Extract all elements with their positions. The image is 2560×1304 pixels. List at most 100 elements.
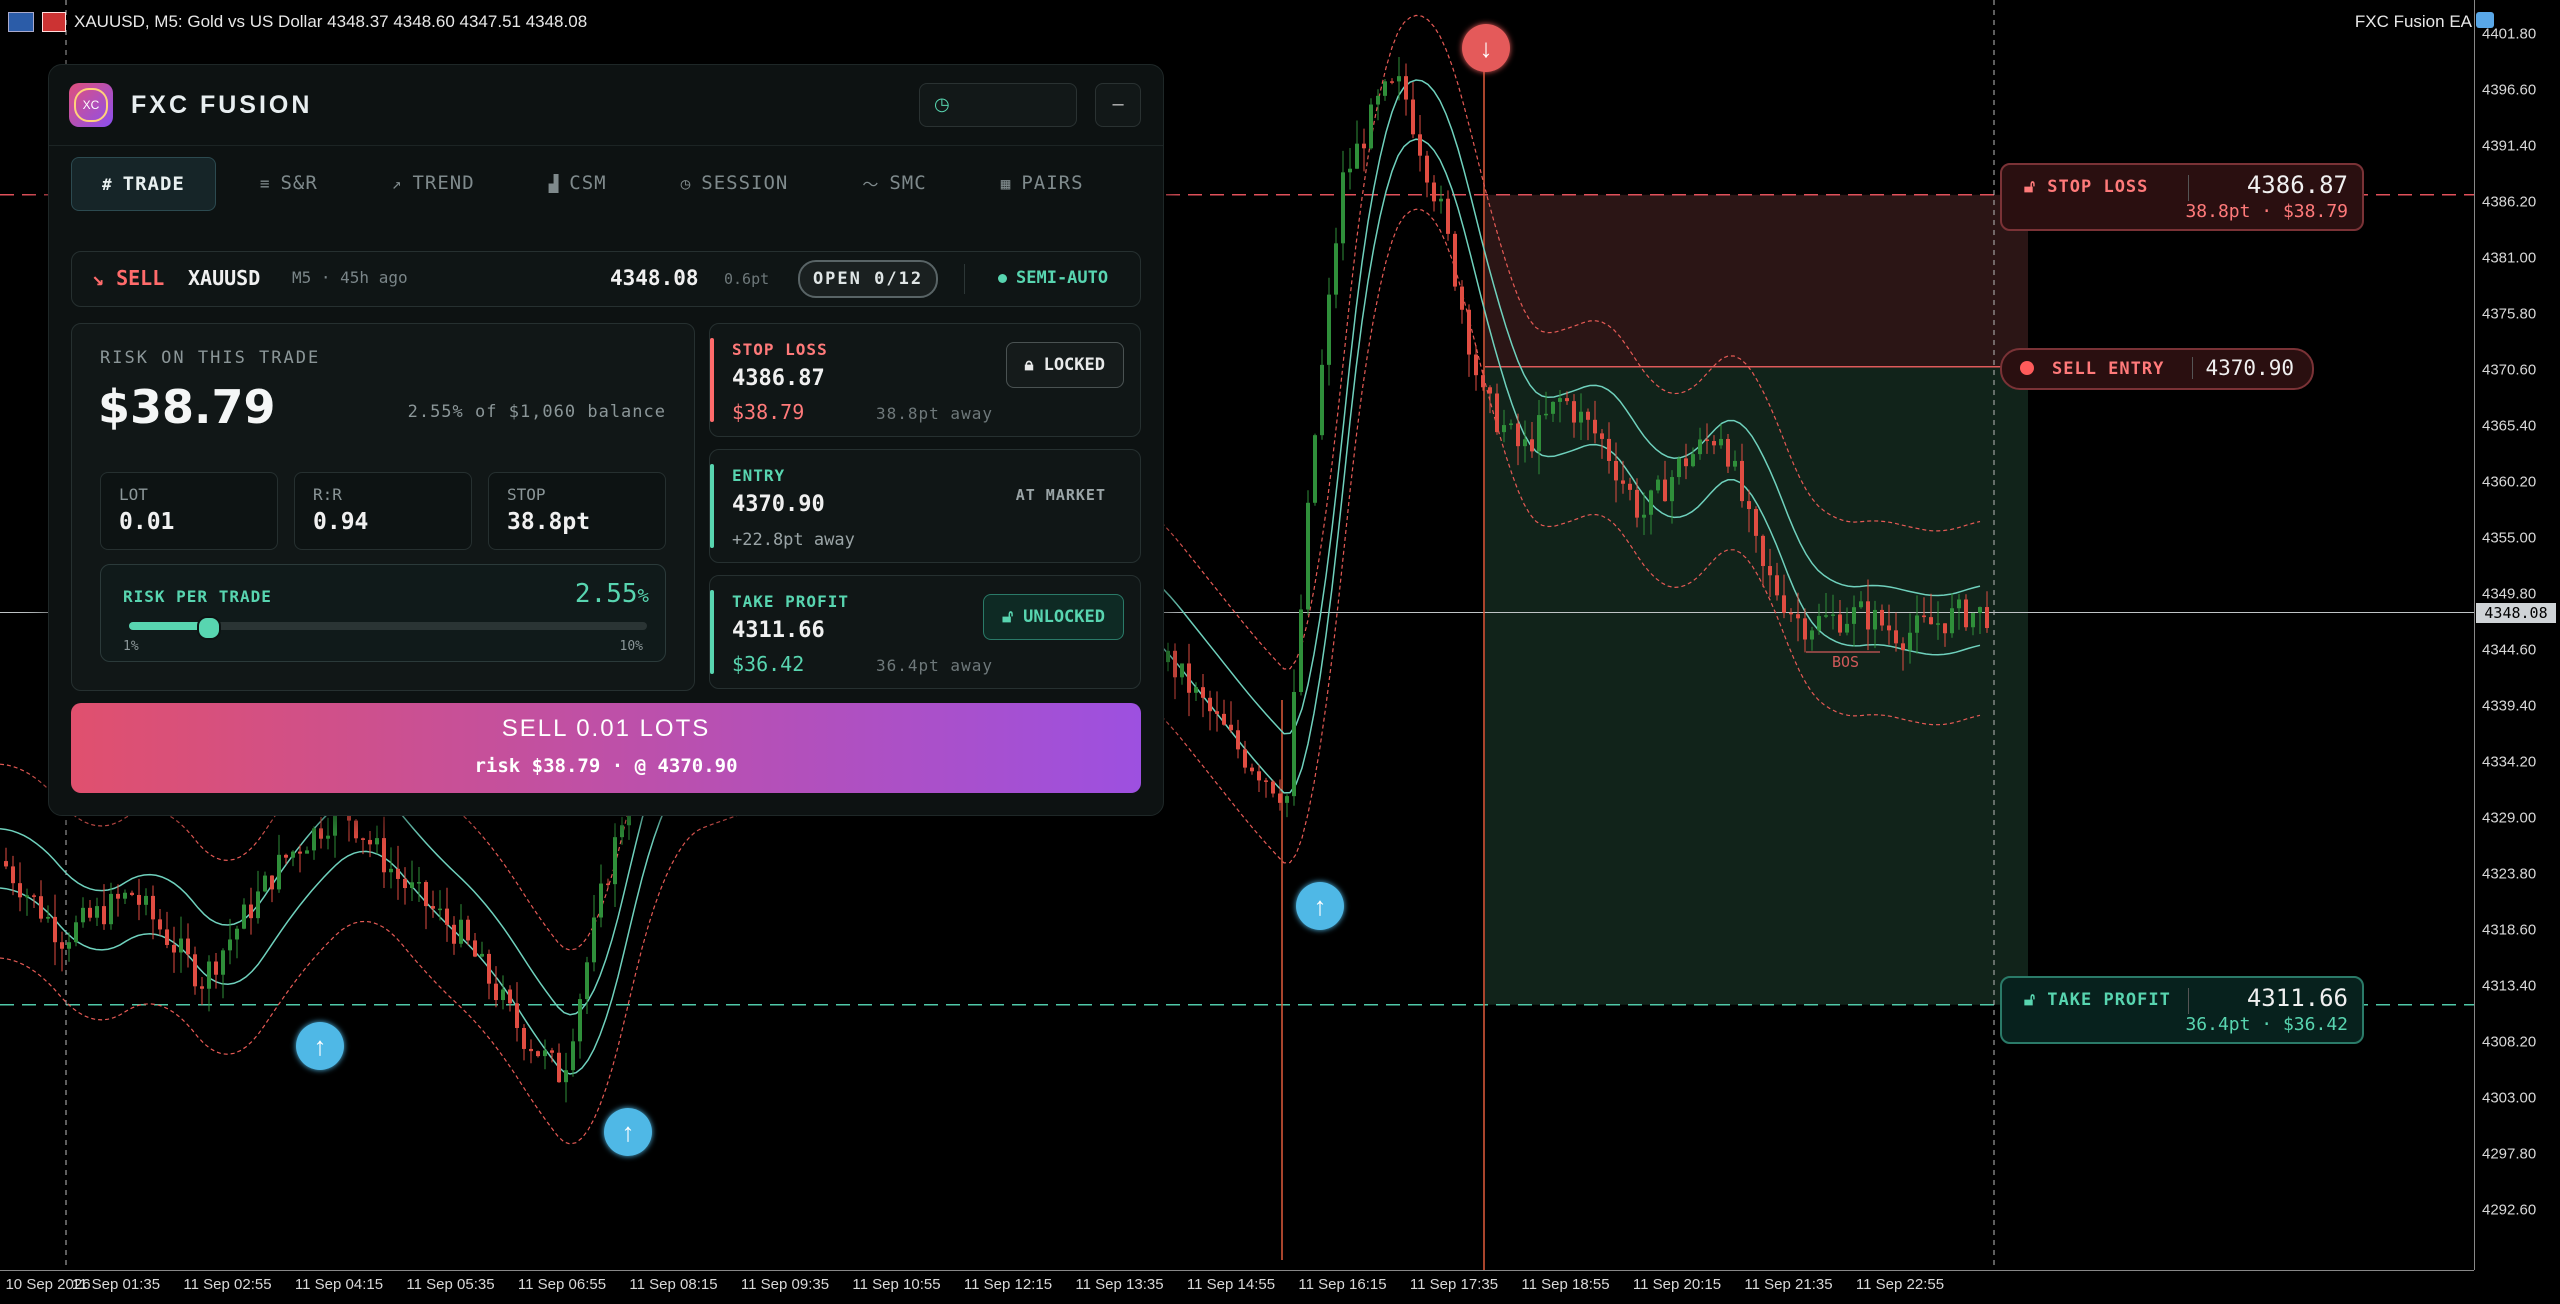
tab-trade[interactable]: # TRADE xyxy=(71,157,216,211)
candle-body xyxy=(1467,309,1471,355)
sell-entry-tag[interactable]: SELL ENTRY 4370.90 xyxy=(2000,348,2314,390)
tag-divider xyxy=(2188,175,2189,201)
candle-body xyxy=(445,908,449,925)
price-tick: 4349.80 xyxy=(2482,585,2537,603)
lot-card: LOT 0.01 xyxy=(100,472,278,550)
sell-signal-arrow-icon: ↓ xyxy=(1462,24,1510,72)
price-tick: 4381.00 xyxy=(2482,249,2537,267)
tab-trend[interactable]: ↗ TREND xyxy=(362,157,505,209)
tab-s-r[interactable]: ≡ S&R xyxy=(230,157,348,209)
open-positions-badge[interactable]: OPEN 0/12 xyxy=(798,260,938,298)
tab-label: S&R xyxy=(280,172,318,194)
tab-smc[interactable]: 〜 SMC xyxy=(832,157,956,209)
candle-body xyxy=(1698,439,1702,455)
lot-value: 0.01 xyxy=(119,509,175,535)
candle-body xyxy=(1418,134,1422,156)
time-tick: 11 Sep 09:35 xyxy=(740,1276,830,1293)
sell-button[interactable]: SELL 0.01 LOTS risk $38.79 · @ 4370.90 xyxy=(71,703,1141,793)
candle-body xyxy=(1509,423,1513,426)
candle-body xyxy=(88,907,92,918)
take-profit-tag[interactable]: 🔓︎ TAKE PROFIT 4311.66 36.4pt · $36.42 xyxy=(2000,976,2364,1044)
candle-body xyxy=(151,895,155,920)
price-tick: 4329.00 xyxy=(2482,809,2537,827)
panel-header[interactable]: XC FXC FUSION ◷ – xyxy=(49,65,1163,146)
candle-body xyxy=(1824,615,1828,617)
take-profit-unlock-button[interactable]: 🔓︎ UNLOCKED xyxy=(983,594,1124,640)
candle-body xyxy=(1236,730,1240,750)
candle-body xyxy=(1873,609,1877,630)
candle-body xyxy=(1453,233,1457,287)
current-price-label: 4348.08 xyxy=(2476,603,2556,623)
candle-body xyxy=(1684,458,1688,467)
candle-body xyxy=(4,861,8,867)
candle-body xyxy=(1859,601,1863,608)
candle-body xyxy=(186,938,190,955)
candle-body xyxy=(1369,104,1373,149)
candle-body xyxy=(46,916,50,919)
candle-body xyxy=(1551,401,1555,414)
candle-body xyxy=(144,895,148,905)
time-tick: 11 Sep 22:55 xyxy=(1855,1276,1945,1293)
lock-icon: 🔓︎ xyxy=(2024,990,2037,1010)
rr-value: 0.94 xyxy=(313,509,369,535)
candle-body xyxy=(1516,423,1520,447)
candle-body xyxy=(508,989,512,1004)
mode-dot-icon xyxy=(998,274,1007,283)
tab-session[interactable]: ◷ SESSION xyxy=(651,157,819,209)
candle-body xyxy=(368,839,372,845)
candle-body xyxy=(1474,354,1478,376)
stop-loss-label: STOP LOSS xyxy=(732,340,828,359)
candle-body xyxy=(312,828,316,851)
trade-symbol: XAUUSD xyxy=(188,266,261,290)
candle-body xyxy=(1747,501,1751,510)
entry-dot-icon xyxy=(2020,361,2034,375)
trade-spread: 0.6pt xyxy=(724,270,770,288)
candle-body xyxy=(116,893,120,899)
candle-body xyxy=(256,891,260,919)
candle-body xyxy=(81,907,85,923)
candle-body xyxy=(1957,599,1961,609)
candle-body xyxy=(550,1050,554,1053)
brand-logo-icon: XC xyxy=(69,83,113,127)
tab-csm[interactable]: ▟ CSM xyxy=(519,157,637,209)
tab-pairs[interactable]: ▦ PAIRS xyxy=(971,157,1114,209)
stop-loss-tag[interactable]: 🔓︎ STOP LOSS 4386.87 38.8pt · $38.79 xyxy=(2000,163,2364,231)
candle-body xyxy=(1579,411,1583,423)
time-tick: 11 Sep 12:15 xyxy=(963,1276,1053,1293)
chart-menu-icon[interactable] xyxy=(8,12,34,32)
stop-loss-lock-button[interactable]: 🔒︎ LOCKED xyxy=(1005,342,1124,388)
candle-body xyxy=(291,851,295,858)
candle-body xyxy=(1299,609,1303,692)
tab-label: TRADE xyxy=(122,173,185,195)
candle-body xyxy=(1887,625,1891,631)
buy-signal-arrow-icon: ↑ xyxy=(296,1022,344,1070)
candle-body xyxy=(1313,435,1317,503)
candle-body xyxy=(382,838,386,873)
candle-body xyxy=(1852,607,1856,624)
candle-body xyxy=(1642,514,1646,518)
minimize-button[interactable]: – xyxy=(1095,83,1141,127)
chart-window-icon[interactable] xyxy=(42,12,66,32)
candle-body xyxy=(480,953,484,957)
candle-body xyxy=(1894,630,1898,644)
candle-body xyxy=(1180,663,1184,678)
risk-per-trade: RISK PER TRADE 2.55% 1% 10% xyxy=(100,564,666,662)
trade-mode[interactable]: SEMI-AUTO xyxy=(1016,268,1108,288)
price-tick: 4355.00 xyxy=(2482,529,2537,547)
tab-label: PAIRS xyxy=(1021,172,1084,194)
candle-body xyxy=(1845,623,1849,633)
risk-slider-handle[interactable] xyxy=(197,616,222,640)
session-clock[interactable]: ◷ xyxy=(919,83,1077,127)
candle-body xyxy=(431,906,435,909)
candle-body xyxy=(354,820,358,839)
candle-body xyxy=(515,1003,519,1028)
fxc-fusion-panel[interactable]: XC FXC FUSION ◷ – # TRADE ≡ S&R ↗ TREND ▟ CSM ◷ S… xyxy=(48,64,1164,816)
unlock-icon: 🔓︎ xyxy=(1002,607,1014,627)
stop-loss-card: STOP LOSS 4386.87 $38.79 38.8pt away 🔒︎ L… xyxy=(709,323,1141,437)
candle-body xyxy=(319,828,323,839)
candle-body xyxy=(1691,454,1695,467)
bos-annotation: BOS xyxy=(1832,653,1860,671)
candle-body xyxy=(1782,595,1786,613)
candle-body xyxy=(1915,615,1919,633)
candle-body xyxy=(1523,439,1527,447)
